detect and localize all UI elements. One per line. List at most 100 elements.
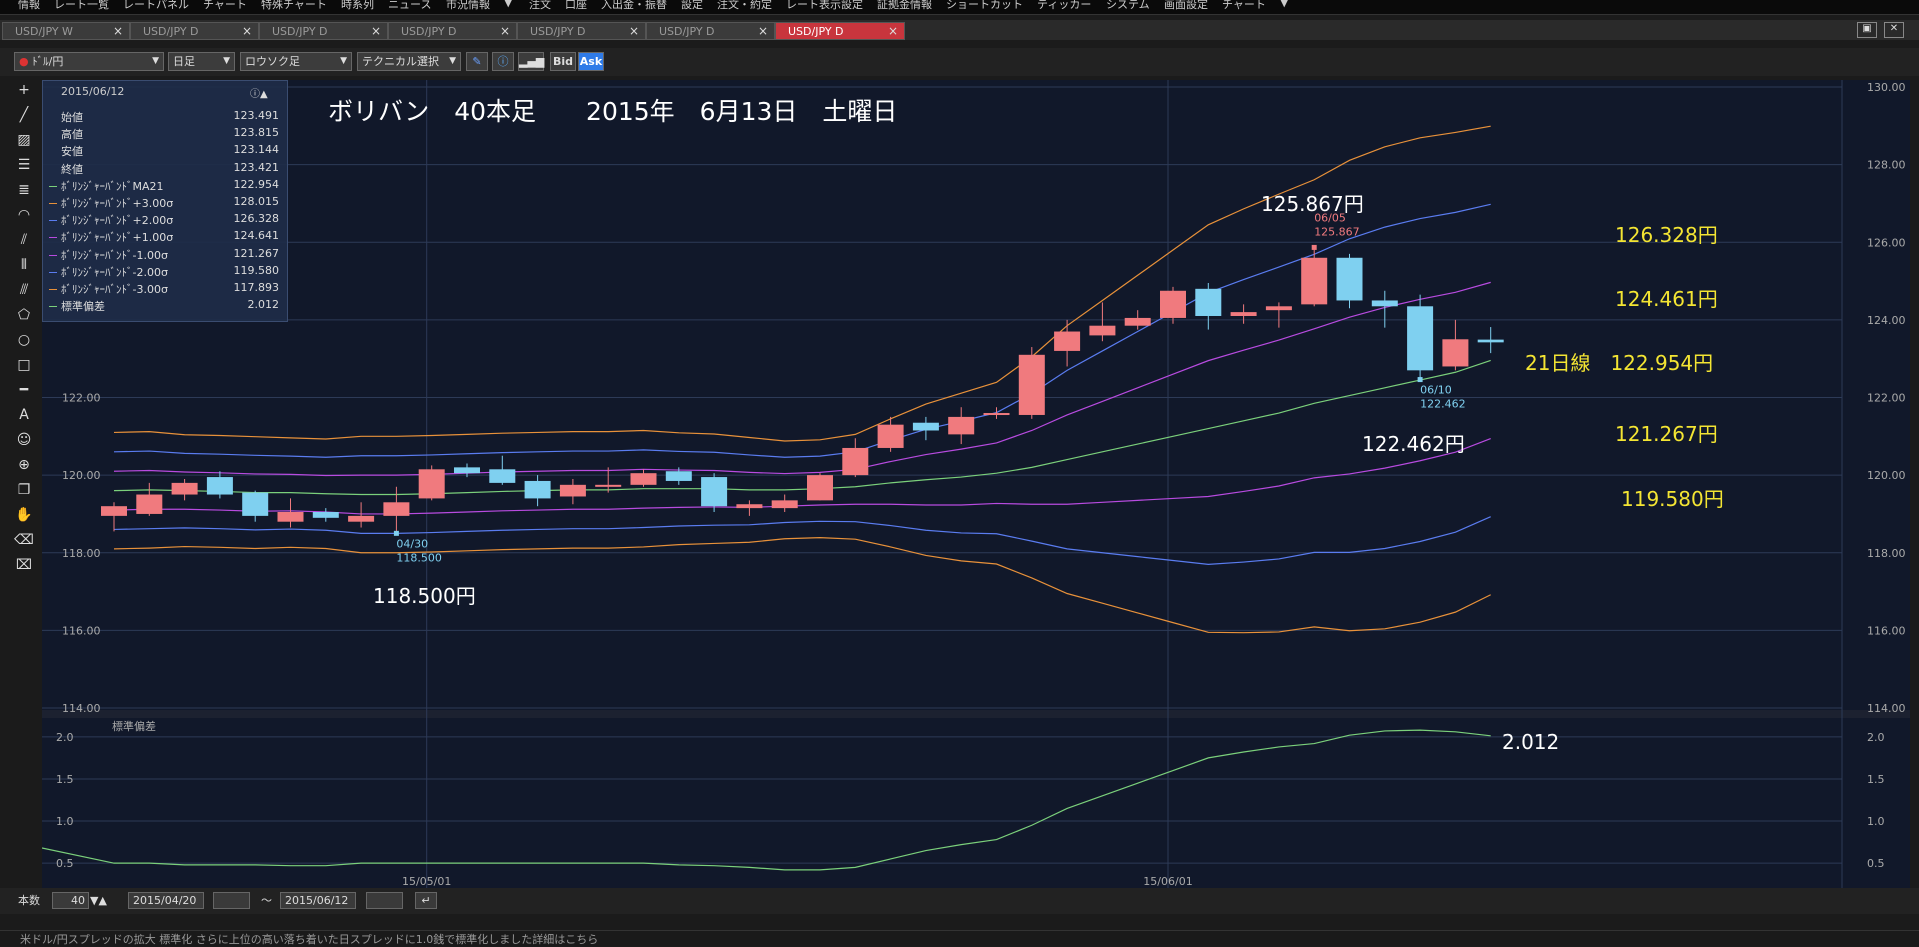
panel-divider[interactable] [42,710,1910,718]
candle-body[interactable] [877,424,904,448]
candle-body[interactable] [948,416,975,435]
count-input[interactable]: 40 [52,892,89,909]
period-select[interactable]: 日足 ▼ [168,52,235,71]
technical-select[interactable]: テクニカル選択 ▼ [357,52,461,71]
info-toggle-icon[interactable]: ⓘ▲ [250,85,268,100]
ask-button[interactable]: Ask [578,52,604,71]
candle-body[interactable] [489,469,516,483]
close-icon[interactable]: × [758,23,768,40]
candle-body[interactable] [524,480,551,499]
close-icon[interactable]: × [629,23,639,40]
from-time-input[interactable] [213,892,250,909]
emoji-icon[interactable]: ☺ [12,429,36,451]
candle-body[interactable] [559,484,586,497]
fibonacci-icon[interactable]: ≣ [12,179,36,201]
menu-item[interactable]: ニュース [388,0,431,12]
hand-icon[interactable]: ✋ [12,504,36,526]
candle-body[interactable] [136,494,163,514]
arc-icon[interactable]: ◠ [12,204,36,226]
crosshair-icon[interactable]: + [12,79,36,101]
candle-body[interactable] [206,477,233,495]
candle-body[interactable] [1301,257,1328,305]
menu-item[interactable]: レートパネル [123,0,189,12]
menu-item[interactable]: チャート [1222,0,1266,12]
menu-item[interactable]: ▼ [504,0,512,9]
candle-body[interactable] [171,482,198,495]
tab-usdjpy[interactable]: USD/JPY W × [2,22,130,40]
menu-item[interactable]: 注文 [529,0,551,12]
candle-body[interactable] [418,469,445,499]
candle-body[interactable] [348,515,375,522]
circle-icon[interactable]: ○ [12,329,36,351]
candle-body[interactable] [1054,331,1081,351]
eraser-icon[interactable]: ⌫ [12,529,36,551]
menu-item[interactable]: 注文・約定 [717,0,772,12]
menu-item[interactable]: ティッカー [1037,0,1091,12]
horizontal-lines-icon[interactable]: ☰ [12,154,36,176]
close-icon[interactable]: × [888,23,898,40]
currency-pair-select[interactable]: ● ﾄﾞﾙ/円 ▼ [14,52,164,71]
to-time-input[interactable] [366,892,403,909]
candle-body[interactable] [277,511,304,522]
candle-body[interactable] [1124,317,1151,326]
info-icon[interactable]: ⓘ [492,52,514,71]
close-icon[interactable]: × [500,23,510,40]
candle-body[interactable] [842,447,869,476]
candle-body[interactable] [1160,290,1186,318]
tab-usdjpy[interactable]: USD/JPY D × [775,22,905,40]
candle-body[interactable] [454,467,480,474]
menu-item[interactable]: 情報 [18,0,40,12]
menu-item[interactable]: 設定 [681,0,703,12]
candle-body[interactable] [1477,339,1504,343]
menu-item[interactable]: チャート [203,0,247,12]
pen-icon[interactable]: ✎ [466,52,488,71]
channel-icon[interactable]: ⫻ [12,279,36,301]
menu-item[interactable]: 画面設定 [1164,0,1208,12]
trendline-icon[interactable]: ╱ [12,104,36,126]
candle-body[interactable] [1336,257,1363,301]
close-icon[interactable]: × [113,23,123,40]
candle-body[interactable] [665,471,692,481]
candle-body[interactable] [1230,312,1257,316]
candle-body[interactable] [701,477,728,507]
candle-body[interactable] [771,500,798,509]
tab-usdjpy[interactable]: USD/JPY D × [130,22,259,40]
menu-item[interactable]: レート表示設定 [786,0,863,12]
close-window-icon[interactable]: ✕ [1884,22,1904,38]
candle-body[interactable] [1089,325,1116,336]
menu-item[interactable]: ▼ [1280,0,1288,9]
from-date-input[interactable]: 2015/04/20 [128,892,204,909]
menu-item[interactable]: 入出金・振替 [601,0,667,12]
menu-item[interactable]: システム [1106,0,1150,12]
candle-body[interactable] [1442,339,1469,367]
bid-button[interactable]: Bid [550,52,576,71]
chart-kind-select[interactable]: ロウソク足 ▼ [240,52,352,71]
candle-body[interactable] [1195,288,1222,316]
rectangle-icon[interactable]: □ [12,354,36,376]
magnet-icon[interactable]: ⊕ [12,454,36,476]
count-stepper-icon[interactable]: ▼▲ [90,892,107,909]
menu-item[interactable]: 証拠金情報 [877,0,932,12]
tab-usdjpy[interactable]: USD/JPY D × [646,22,775,40]
menu-item[interactable]: 口座 [565,0,587,12]
menu-item[interactable]: ショートカット [946,0,1023,12]
candle-body[interactable] [1407,306,1434,371]
restore-window-icon[interactable]: ▣ [1857,22,1877,38]
candle-body[interactable] [630,473,657,485]
to-date-input[interactable]: 2015/06/12 [280,892,356,909]
horizontal-line-icon[interactable]: ━ [12,379,36,401]
vertical-lines-icon[interactable]: ⦀ [12,254,36,276]
erase-all-icon[interactable]: ⌧ [12,554,36,576]
volume-icon[interactable]: ▂▄▆ [518,52,544,71]
tab-usdjpy[interactable]: USD/JPY D × [388,22,517,40]
menu-item[interactable]: レート一覧 [54,0,109,12]
candle-body[interactable] [736,504,763,509]
close-icon[interactable]: × [242,23,252,40]
close-icon[interactable]: × [371,23,381,40]
menu-item[interactable]: 特殊チャート [261,0,327,12]
ruler-icon[interactable]: ▨ [12,129,36,151]
menu-item[interactable]: 時系列 [341,0,374,12]
candle-body[interactable] [242,492,269,516]
candle-body[interactable] [1265,306,1292,311]
candle-body[interactable] [912,422,939,431]
